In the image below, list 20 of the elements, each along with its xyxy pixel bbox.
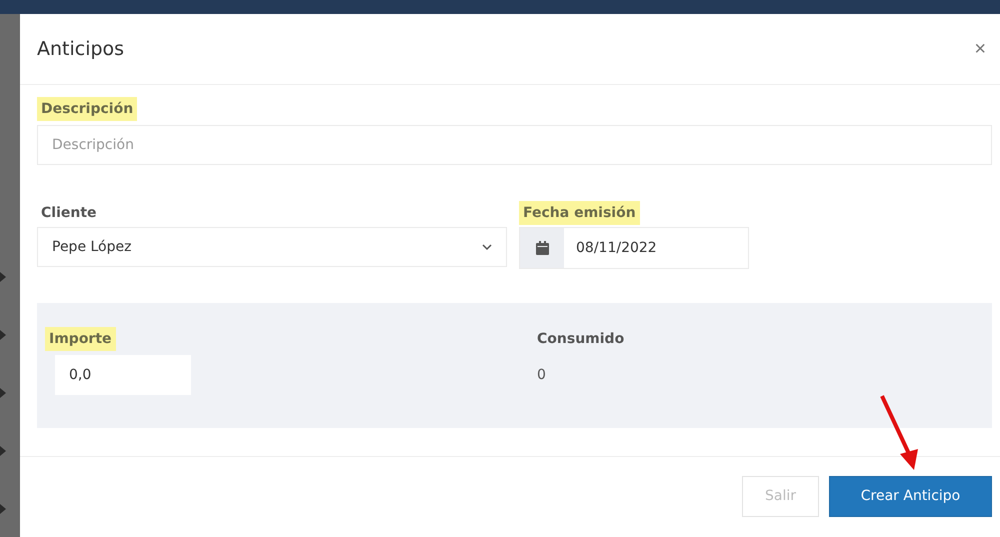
chevron-icon — [0, 330, 6, 340]
amount-field[interactable]: 0,0 — [55, 355, 191, 395]
field-label: Consumido — [536, 330, 626, 349]
field-label: Descripción — [37, 97, 138, 121]
date-field[interactable]: 08/11/2022 — [519, 227, 749, 269]
field-label: Importe — [45, 327, 116, 351]
consumed-value: 0 — [536, 366, 547, 385]
field-label: Cliente — [40, 204, 98, 223]
description-field[interactable]: Descripción — [37, 125, 992, 165]
field-label: Fecha emisión — [519, 201, 640, 225]
chevron-icon — [0, 504, 6, 514]
create-button[interactable]: Crear Anticipo — [829, 476, 992, 516]
calendar-icon — [536, 241, 548, 255]
client-select[interactable]: Pepe López — [37, 227, 507, 267]
chevron-icon — [0, 388, 6, 398]
chevron-icon — [0, 446, 6, 456]
dialog-title: Anticipos — [37, 38, 124, 60]
chevron-icon — [0, 272, 6, 282]
close-button[interactable]: × — [970, 38, 990, 60]
chevron-down-icon — [482, 244, 492, 250]
